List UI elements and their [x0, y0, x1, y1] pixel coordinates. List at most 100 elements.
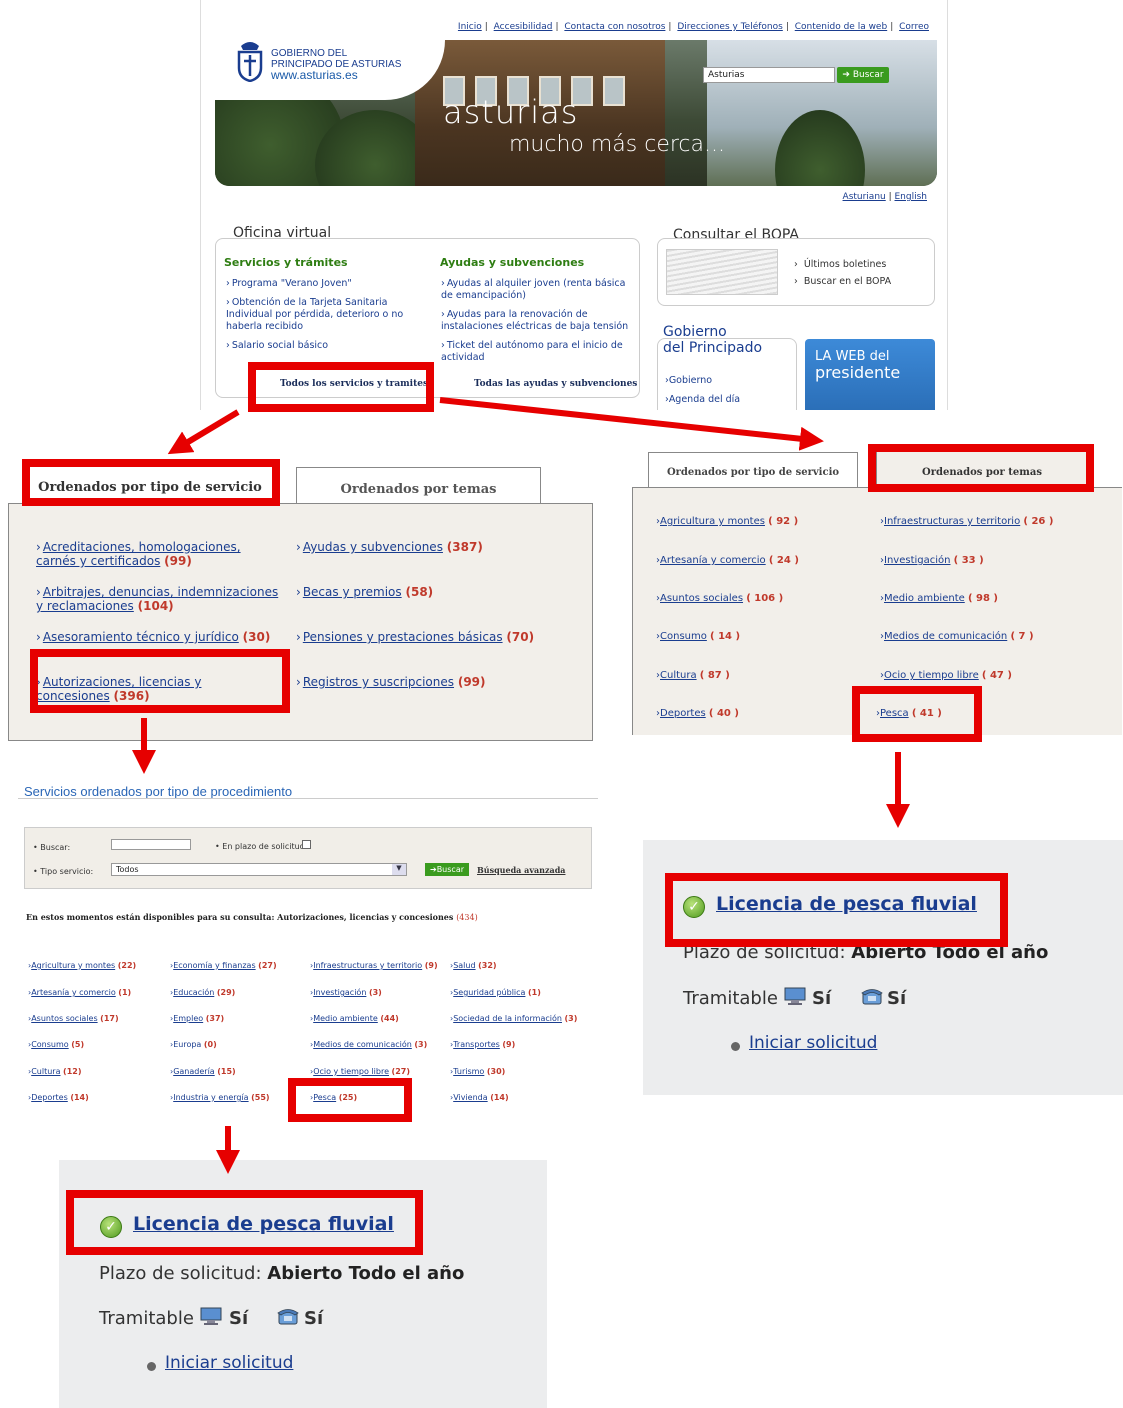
plazo-text: Plazo de solicitud: Abierto Todo el año	[683, 942, 1049, 963]
list-item[interactable]: ›Artesanía y comercio ( 24 )	[656, 555, 799, 566]
tab-tipo-servicio[interactable]: Ordenados por tipo de servicio	[648, 452, 858, 488]
ayuda-link[interactable]: Ayudas para la renovación de instalacion…	[441, 309, 636, 333]
list-item[interactable]: › Arbitrajes, denuncias, indemnizaciones …	[36, 585, 281, 613]
procedimiento-item[interactable]: ›Asuntos sociales (17)	[28, 1014, 119, 1023]
list-item[interactable]: ›Cultura ( 87 )	[656, 670, 730, 681]
autorizaciones-item[interactable]: › Autorizaciones, licencias y concesiones…	[36, 675, 266, 703]
procedimiento-item[interactable]: ›Transportes (9)	[450, 1040, 515, 1049]
list-item[interactable]: › Ayudas y subvenciones (387)	[296, 540, 586, 554]
todos-servicios-link[interactable]: Todos los servicios y tramites	[280, 379, 428, 389]
procedimiento-title: Servicios ordenados por tipo de procedim…	[24, 784, 293, 799]
list-item[interactable]: ›Medio ambiente ( 98 )	[880, 593, 998, 604]
check-icon: ✓	[100, 1216, 122, 1238]
todas-ayudas-link[interactable]: Todas las ayudas y subvenciones	[474, 379, 637, 389]
servicio-link[interactable]: Programa "Verano Joven"	[226, 278, 421, 290]
bopa-box: › Últimos boletines › Buscar en el BOPA	[657, 238, 935, 306]
tab-temas[interactable]: Ordenados por temas	[296, 467, 541, 504]
list-item[interactable]: › Registros y suscripciones (99)	[296, 675, 586, 689]
logo[interactable]: GOBIERNO DEL PRINCIPADO DE ASTURIAS www.…	[215, 14, 445, 100]
bopa-link[interactable]: › Últimos boletines	[794, 259, 886, 270]
procedimiento-item[interactable]: ›Pesca (25)	[310, 1093, 357, 1102]
tipo-select[interactable]: Todos ▼	[111, 863, 407, 876]
procedimiento-item[interactable]: ›Ganadería (15)	[170, 1067, 236, 1076]
procedimiento-item[interactable]: ›Infraestructuras y territorio (9)	[310, 961, 438, 970]
lang-english[interactable]: English	[895, 192, 928, 202]
licencia-title[interactable]: Licencia de pesca fluvial	[716, 893, 977, 915]
link-direcciones[interactable]: Direcciones y Teléfonos	[677, 22, 782, 32]
phone-icon	[861, 989, 883, 1005]
ayuda-link[interactable]: Ayudas al alquiler joven (renta básica d…	[441, 278, 636, 302]
procedimiento-item[interactable]: ›Deportes (14)	[28, 1093, 89, 1102]
tramitable-label: Tramitable	[683, 988, 778, 1009]
list-item[interactable]: ›Deportes ( 40 )	[656, 708, 739, 719]
procedimiento-item[interactable]: ›Ocio y tiempo libre (27)	[310, 1067, 410, 1076]
availability-message: En estos momentos están disponibles para…	[26, 912, 478, 922]
procedimiento-item[interactable]: ›Empleo (37)	[170, 1014, 224, 1023]
plazo-text: Plazo de solicitud: Abierto Todo el año	[99, 1263, 465, 1284]
list-item[interactable]: ›Infraestructuras y territorio ( 26 )	[880, 516, 1053, 527]
procedimiento-item[interactable]: ›Seguridad pública (1)	[450, 988, 541, 997]
list-item[interactable]: › Asesoramiento técnico y jurídico (30)	[36, 630, 281, 644]
list-item[interactable]: ›Consumo ( 14 )	[656, 631, 740, 642]
procedimiento-item[interactable]: ›Artesanía y comercio (1)	[28, 988, 131, 997]
link-correo[interactable]: Correo	[899, 22, 929, 32]
servicios-heading: Servicios y trámites	[224, 256, 348, 269]
search-button[interactable]: ➔ Buscar	[837, 67, 889, 83]
busqueda-avanzada-link[interactable]: Búsqueda avanzada	[477, 865, 565, 875]
procedimiento-item[interactable]: ›Economía y finanzas (27)	[170, 961, 277, 970]
procedimiento-item[interactable]: ›Investigación (3)	[310, 988, 382, 997]
computer-icon	[200, 1307, 222, 1325]
list-item[interactable]: ›Ocio y tiempo libre ( 47 )	[880, 670, 1012, 681]
logo-url: www.asturias.es	[271, 68, 358, 82]
plazo-checkbox[interactable]	[302, 840, 311, 849]
link-inicio[interactable]: Inicio	[458, 22, 482, 32]
logo-line1: GOBIERNO DEL	[271, 48, 348, 59]
arrow-to-tipo	[167, 409, 240, 455]
computer-icon	[784, 987, 806, 1005]
buscar-input[interactable]	[111, 839, 191, 850]
bopa-link[interactable]: › Buscar en el BOPA	[794, 276, 891, 287]
procedimiento-item[interactable]: ›Salud (32)	[450, 961, 497, 970]
list-item[interactable]: › Becas y premios (58)	[296, 585, 586, 599]
tab-temas[interactable]: Ordenados por temas	[876, 450, 1088, 488]
licencia-detail-right: ✓ Licencia de pesca fluvial Plazo de sol…	[643, 840, 1123, 1095]
agenda-link[interactable]: ›Agenda del día	[665, 394, 740, 405]
procedimiento-item[interactable]: ›Educación (29)	[170, 988, 235, 997]
servicio-link[interactable]: Salario social básico	[226, 340, 421, 352]
search-input[interactable]: Asturias	[703, 67, 835, 83]
list-item[interactable]: ›Agricultura y montes ( 92 )	[656, 516, 798, 527]
list-item[interactable]: ›Medios de comunicación ( 7 )	[880, 631, 1034, 642]
iniciar-solicitud-link[interactable]: Iniciar solicitud	[165, 1353, 293, 1373]
procedimiento-buscar-button[interactable]: ➔Buscar	[425, 863, 469, 876]
si-online: Sí	[229, 1308, 249, 1329]
link-accesibilidad[interactable]: Accesibilidad	[494, 22, 553, 32]
procedimiento-item[interactable]: ›Industria y energía (55)	[170, 1093, 270, 1102]
procedimiento-item[interactable]: ›Agricultura y montes (22)	[28, 961, 136, 970]
procedimiento-item[interactable]: ›Turismo (30)	[450, 1067, 505, 1076]
list-item[interactable]: › Pensiones y prestaciones básicas (70)	[296, 630, 586, 644]
gobierno-link[interactable]: ›Gobierno	[665, 375, 712, 386]
procedimiento-item[interactable]: ›Europa (0)	[170, 1040, 217, 1049]
ayuda-link[interactable]: Ticket del autónomo para el inicio de ac…	[441, 340, 636, 364]
pesca-item[interactable]: ›Pesca ( 41 )	[876, 708, 942, 719]
licencia-title[interactable]: Licencia de pesca fluvial	[133, 1213, 394, 1235]
procedimiento-item[interactable]: ›Sociedad de la información (3)	[450, 1014, 577, 1023]
procedimiento-item[interactable]: ›Medio ambiente (44)	[310, 1014, 399, 1023]
list-item[interactable]: › Acreditaciones, homologaciones, carnés …	[36, 540, 281, 568]
list-item[interactable]: ›Investigación ( 33 )	[880, 555, 984, 566]
procedimiento-item[interactable]: ›Medios de comunicación (3)	[310, 1040, 427, 1049]
link-contenido[interactable]: Contenido de la web	[795, 22, 887, 32]
iniciar-solicitud-link[interactable]: Iniciar solicitud	[749, 1033, 877, 1053]
list-item[interactable]: ›Asuntos sociales ( 106 )	[656, 593, 783, 604]
link-contacta[interactable]: Contacta con nosotros	[564, 22, 665, 32]
licencia-detail-left: ✓ Licencia de pesca fluvial Plazo de sol…	[59, 1160, 547, 1408]
tab-tipo-servicio[interactable]: Ordenados por tipo de servicio	[24, 462, 276, 504]
lang-asturianu[interactable]: Asturianu	[843, 192, 886, 202]
procedimiento-item[interactable]: ›Vivienda (14)	[450, 1093, 509, 1102]
procedimiento-item[interactable]: ›Cultura (12)	[28, 1067, 81, 1076]
si-online: Sí	[812, 988, 832, 1009]
servicio-link[interactable]: Obtención de la Tarjeta Sanitaria Indivi…	[226, 297, 421, 333]
check-icon: ✓	[683, 896, 705, 918]
presidente-banner[interactable]: LA WEB del presidente	[805, 339, 935, 410]
procedimiento-item[interactable]: ›Consumo (5)	[28, 1040, 84, 1049]
